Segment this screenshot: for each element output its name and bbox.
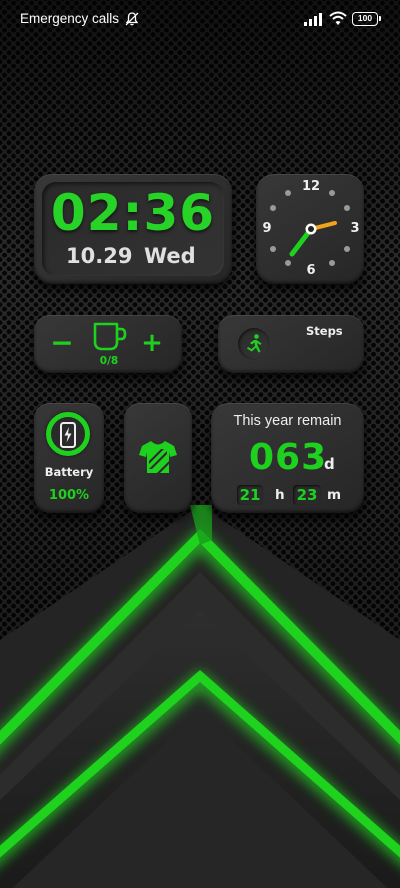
analog-clock-widget[interactable]: 12 3 6 9 xyxy=(256,174,364,284)
battery-icon: 100 xyxy=(352,12,381,26)
battery-label: Battery xyxy=(44,465,94,479)
hours-remaining: 21 xyxy=(237,485,263,505)
water-plus-button[interactable]: + xyxy=(140,329,164,357)
running-person-icon xyxy=(247,334,262,353)
clock-date: 10.29 xyxy=(66,244,133,268)
clock-weekday: Wed xyxy=(144,244,196,268)
water-minus-button[interactable]: − xyxy=(50,329,74,357)
year-remain-widget[interactable]: This year remain 063 d 21 h 23 m xyxy=(211,403,364,513)
water-count: 0/8 xyxy=(99,355,119,367)
digital-clock-widget[interactable]: 02:36 10.29 Wed xyxy=(34,174,232,284)
mute-icon xyxy=(125,12,139,26)
carrier-text: Emergency calls xyxy=(20,11,120,26)
signal-icon xyxy=(304,13,322,26)
minutes-unit: m xyxy=(327,487,342,503)
numeral-12: 12 xyxy=(301,179,321,194)
battery-widget[interactable]: Battery 100% xyxy=(34,403,104,513)
status-bar: Emergency calls 100 xyxy=(0,0,400,36)
t-shirt-icon xyxy=(139,441,177,473)
battery-percent: 100% xyxy=(48,488,90,503)
year-remain-title: This year remain xyxy=(233,413,342,429)
hours-unit: h xyxy=(275,487,285,503)
phone-charging-icon xyxy=(60,422,76,448)
steps-label: Steps xyxy=(306,324,343,338)
days-remaining: 063 xyxy=(249,437,328,478)
theme-widget[interactable] xyxy=(124,403,192,513)
clock-time: 02:36 xyxy=(50,184,216,242)
cup-icon[interactable] xyxy=(92,320,128,352)
numeral-3: 3 xyxy=(350,221,360,236)
steps-widget[interactable]: Steps xyxy=(218,315,364,373)
battery-ring xyxy=(46,412,90,456)
days-unit: d xyxy=(324,455,335,473)
numeral-6: 6 xyxy=(306,263,316,278)
steps-button[interactable] xyxy=(238,328,270,360)
wifi-icon xyxy=(329,11,347,25)
numeral-9: 9 xyxy=(262,221,272,236)
minutes-remaining: 23 xyxy=(293,485,321,505)
water-tracker-widget: − 0/8 + xyxy=(34,315,182,373)
